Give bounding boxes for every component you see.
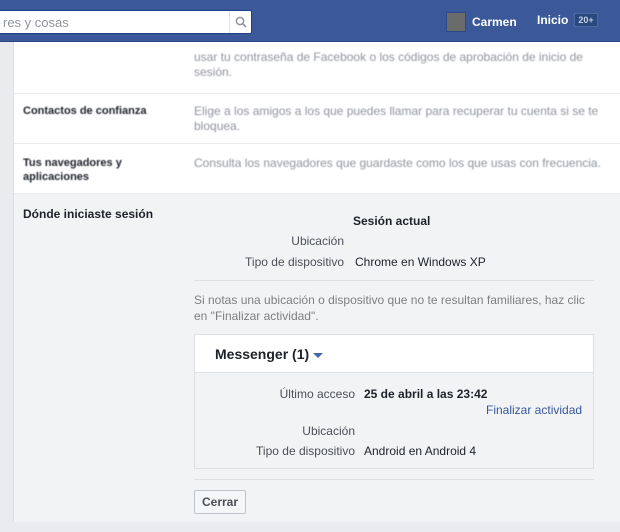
- close-button[interactable]: Cerrar: [194, 490, 247, 514]
- search-box[interactable]: [0, 10, 252, 34]
- section-title: Dónde iniciaste sesión: [23, 207, 154, 221]
- location-label: Ubicación: [302, 424, 355, 438]
- end-activity-link[interactable]: Finalizar actividad: [486, 403, 582, 417]
- search-icon: [235, 16, 247, 28]
- settings-row-browsers-apps[interactable]: Tus navegadores y aplicaciones Consulta …: [14, 144, 620, 194]
- card-title-text: Messenger (1): [215, 346, 310, 362]
- messenger-dropdown[interactable]: Messenger (1): [215, 346, 324, 362]
- search-button[interactable]: [229, 11, 251, 33]
- unfamiliar-activity-hint: Si notas una ubicación o dispositivo que…: [194, 293, 585, 323]
- device-value: Android en Android 4: [364, 444, 477, 458]
- settings-panel: usar tu contraseña de Facebook o los cód…: [13, 42, 620, 522]
- search-input[interactable]: [0, 11, 217, 33]
- row-description: usar tu contraseña de Facebook o los cód…: [194, 50, 583, 79]
- row-label: Tus navegadores y aplicaciones: [23, 157, 122, 183]
- home-label: Inicio: [537, 13, 569, 27]
- last-access-value: 25 de abril a las 23:42: [364, 387, 488, 401]
- avatar: [446, 12, 466, 32]
- row-label: Contactos de confianza: [23, 105, 147, 117]
- device-label: Tipo de dispositivo: [245, 255, 344, 269]
- divider: [194, 479, 594, 480]
- card-header[interactable]: Messenger (1): [195, 335, 593, 373]
- device-value: Chrome en Windows XP: [355, 255, 486, 269]
- top-bar: Carmen Inicio 20+: [0, 0, 620, 42]
- chevron-down-icon: [313, 352, 324, 358]
- messenger-session-card: Messenger (1) Último acceso 25 de abril …: [194, 334, 594, 469]
- settings-row-login-approvals[interactable]: usar tu contraseña de Facebook o los cód…: [14, 42, 620, 94]
- last-access-label: Último acceso: [279, 387, 355, 401]
- device-label: Tipo de dispositivo: [256, 444, 355, 458]
- settings-row-trusted-contacts[interactable]: Contactos de confianza Elige a los amigo…: [14, 94, 620, 144]
- user-name: Carmen: [472, 15, 517, 29]
- current-session-heading: Sesión actual: [353, 214, 431, 228]
- sessions-section: Dónde iniciaste sesión Sesión actual Ubi…: [14, 194, 620, 522]
- location-label: Ubicación: [291, 234, 344, 248]
- row-description: Consulta los navegadores que guardaste c…: [194, 156, 601, 170]
- profile-link[interactable]: Carmen: [446, 12, 517, 32]
- home-link[interactable]: Inicio 20+: [537, 13, 598, 27]
- row-description: Elige a los amigos a los que puedes llam…: [194, 104, 599, 133]
- divider: [194, 280, 594, 281]
- notification-badge: 20+: [574, 13, 598, 27]
